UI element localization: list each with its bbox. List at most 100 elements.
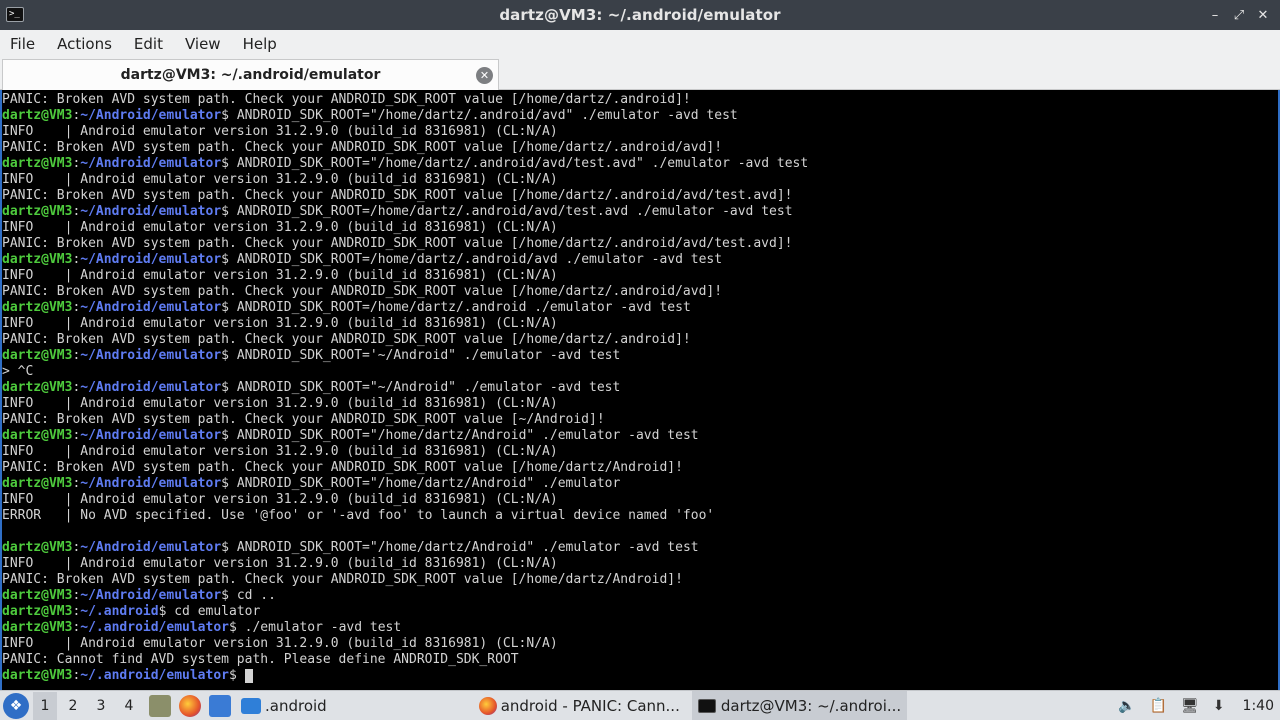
terminal-line: dartz@VM3:~/.android$ cd emulator: [2, 604, 261, 619]
menubar: File Actions Edit View Help: [0, 30, 1280, 57]
terminal-line: PANIC: Broken AVD system path. Check you…: [2, 92, 691, 107]
terminal-line: dartz@VM3:~/Android/emulator$ ANDROID_SD…: [2, 252, 723, 267]
menu-help[interactable]: Help: [237, 35, 283, 53]
show-desktop-icon[interactable]: [209, 694, 231, 717]
menu-actions[interactable]: Actions: [51, 35, 118, 53]
minimize-icon[interactable]: –: [1206, 6, 1224, 24]
terminal-line: dartz@VM3:~/Android/emulator$ ANDROID_SD…: [2, 204, 793, 219]
task-terminal[interactable]: dartz@VM3: ~/.androi...: [691, 690, 908, 720]
prompt-user: dartz@VM3: [2, 428, 73, 443]
command-text: $ ANDROID_SDK_ROOT='~/Android" ./emulato…: [221, 348, 621, 363]
prompt-path: ~/.android/emulator: [80, 668, 229, 683]
terminal-line: PANIC: Broken AVD system path. Check you…: [2, 284, 723, 299]
menu-edit[interactable]: Edit: [128, 35, 169, 53]
command-text: $ ANDROID_SDK_ROOT="/home/dartz/Android"…: [221, 540, 699, 555]
workspace-4[interactable]: 4: [117, 692, 141, 720]
terminal-line: INFO | Android emulator version 31.2.9.0…: [2, 556, 558, 571]
terminal-line: INFO | Android emulator version 31.2.9.0…: [2, 268, 558, 283]
workspace-2[interactable]: 2: [61, 692, 85, 720]
prompt-path: ~/Android/emulator: [80, 252, 222, 267]
maximize-icon[interactable]: ⤢: [1230, 6, 1248, 24]
prompt-user: dartz@VM3: [2, 380, 73, 395]
prompt-user: dartz@VM3: [2, 156, 73, 171]
terminal-line: dartz@VM3:~/Android/emulator$ ANDROID_SD…: [2, 156, 809, 171]
prompt-path: ~/Android/emulator: [80, 300, 222, 315]
terminal-line: dartz@VM3:~/Android/emulator$ cd ..: [2, 588, 276, 603]
workspace-3[interactable]: 3: [89, 692, 113, 720]
terminal-line: dartz@VM3:~/Android/emulator$ ANDROID_SD…: [2, 108, 738, 123]
start-menu-icon[interactable]: ❖: [3, 692, 29, 719]
menu-view[interactable]: View: [179, 35, 227, 53]
updates-icon[interactable]: ⬇: [1213, 698, 1225, 714]
workspace-1[interactable]: 1: [33, 691, 57, 720]
terminal-line: > ^C: [2, 364, 34, 379]
window-titlebar[interactable]: >_ dartz@VM3: ~/.android/emulator – ⤢ ✕: [0, 0, 1280, 30]
terminal-line: INFO | Android emulator version 31.2.9.0…: [2, 172, 558, 187]
command-text: $ ANDROID_SDK_ROOT=/home/dartz/.android …: [221, 300, 691, 315]
firefox-icon: [478, 696, 497, 715]
terminal-line: dartz@VM3:~/Android/emulator$ ANDROID_SD…: [2, 428, 699, 443]
prompt-path: ~/Android/emulator: [80, 108, 222, 123]
system-tray: 🔈 📋 🖥 ⬇ 1:40: [1118, 691, 1274, 720]
file-manager-icon[interactable]: [149, 694, 171, 717]
terminal-app-icon: >_: [6, 7, 24, 22]
terminal-line: PANIC: Broken AVD system path. Check you…: [2, 188, 793, 203]
prompt-path: ~/.android/emulator: [80, 620, 229, 635]
terminal-line: INFO | Android emulator version 31.2.9.0…: [2, 316, 558, 331]
menu-file[interactable]: File: [4, 35, 41, 53]
tab-label: dartz@VM3: ~/.android/emulator: [120, 67, 381, 83]
command-text: $ ./emulator -avd test: [229, 620, 402, 635]
window-controls: – ⤢ ✕: [1206, 0, 1272, 30]
prompt-user: dartz@VM3: [2, 108, 73, 123]
clock[interactable]: 1:40: [1243, 698, 1274, 714]
terminal-line: INFO | Android emulator version 31.2.9.0…: [2, 220, 558, 235]
volume-icon[interactable]: 🔈: [1118, 698, 1135, 714]
tab-close-icon[interactable]: ✕: [476, 67, 493, 84]
prompt-path: ~/Android/emulator: [80, 156, 222, 171]
taskbar: ❖ 1 2 3 4 .android android - PANIC: Cann…: [0, 690, 1280, 720]
terminal-line: PANIC: Broken AVD system path. Check you…: [2, 460, 683, 475]
tab-bar: dartz@VM3: ~/.android/emulator ✕: [0, 57, 1280, 90]
terminal-line: PANIC: Cannot find AVD system path. Plea…: [2, 652, 519, 667]
clipboard-icon[interactable]: 📋: [1150, 698, 1167, 714]
prompt-path: ~/Android/emulator: [80, 348, 222, 363]
terminal-line: PANIC: Broken AVD system path. Check you…: [2, 572, 683, 587]
prompt-path: ~/Android/emulator: [80, 380, 222, 395]
task-label: dartz@VM3: ~/.androi...: [720, 696, 902, 715]
text-cursor: [244, 668, 253, 683]
firefox-launcher-icon[interactable]: [179, 694, 201, 717]
window-title: dartz@VM3: ~/.android/emulator: [499, 6, 781, 24]
prompt-user: dartz@VM3: [2, 300, 73, 315]
command-text: $ ANDROID_SDK_ROOT=/home/dartz/.android/…: [221, 204, 793, 219]
terminal-line: INFO | Android emulator version 31.2.9.0…: [2, 396, 558, 411]
command-text: $ ANDROID_SDK_ROOT="~/Android" ./emulato…: [221, 380, 621, 395]
terminal-icon: [697, 698, 716, 713]
terminal-line: dartz@VM3:~/Android/emulator$ ANDROID_SD…: [2, 380, 621, 395]
prompt-user: dartz@VM3: [2, 540, 73, 555]
prompt-path: ~/Android/emulator: [80, 428, 222, 443]
prompt-user: dartz@VM3: [2, 204, 73, 219]
prompt-user: dartz@VM3: [2, 348, 73, 363]
task-label: .android: [265, 696, 327, 715]
prompt-path: ~/Android/emulator: [80, 476, 222, 491]
command-text: $ ANDROID_SDK_ROOT="/home/dartz/.android…: [221, 156, 809, 171]
terminal-line: PANIC: Broken AVD system path. Check you…: [2, 236, 793, 251]
command-text: $ ANDROID_SDK_ROOT="/home/dartz/Android"…: [221, 476, 621, 491]
prompt-user: dartz@VM3: [2, 252, 73, 267]
terminal-line: dartz@VM3:~/Android/emulator$ ANDROID_SD…: [2, 476, 621, 491]
terminal-line: PANIC: Broken AVD system path. Check you…: [2, 140, 723, 155]
command-text: $ ANDROID_SDK_ROOT="/home/dartz/.android…: [221, 108, 738, 123]
prompt-path: ~/Android/emulator: [80, 540, 222, 555]
terminal-line: INFO | Android emulator version 31.2.9.0…: [2, 444, 558, 459]
close-icon[interactable]: ✕: [1254, 6, 1272, 24]
network-icon[interactable]: 🖥: [1181, 698, 1199, 714]
prompt-path: ~/Android/emulator: [80, 204, 222, 219]
terminal-line: dartz@VM3:~/Android/emulator$ ANDROID_SD…: [2, 300, 691, 315]
terminal-output[interactable]: PANIC: Broken AVD system path. Check you…: [0, 90, 1280, 690]
command-text: $: [229, 668, 245, 683]
task-folder-android[interactable]: .android: [261, 691, 333, 720]
tab-terminal[interactable]: dartz@VM3: ~/.android/emulator ✕: [2, 59, 499, 90]
task-firefox[interactable]: android - PANIC: Cann...: [473, 691, 686, 720]
terminal-line: ERROR | No AVD specified. Use '@foo' or …: [2, 508, 715, 523]
